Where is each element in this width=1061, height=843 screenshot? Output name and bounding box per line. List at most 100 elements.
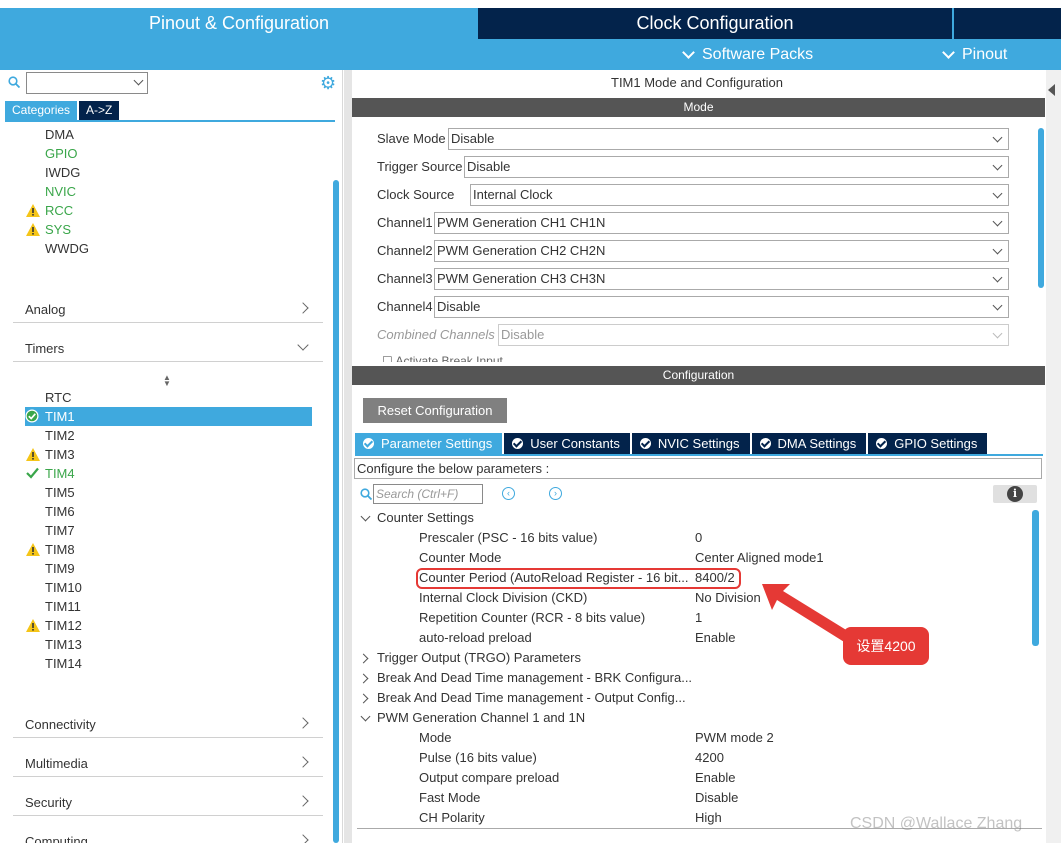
- sidebar-item-iwdg[interactable]: IWDG: [45, 163, 80, 182]
- sidebar-item-tim14[interactable]: TIM14: [25, 654, 312, 673]
- param-value-repetition-counter[interactable]: 1: [695, 608, 702, 628]
- chevron-right-icon: [297, 834, 309, 843]
- param-value-output-compare-preload[interactable]: Enable: [695, 768, 735, 788]
- mode-scrollbar[interactable]: [1038, 128, 1044, 288]
- section-computing[interactable]: Computing: [13, 823, 323, 843]
- trigger-source-select[interactable]: Disable: [464, 156, 1009, 178]
- chevron-right-icon[interactable]: [358, 693, 369, 704]
- mode-row-combined-channels: Combined Channels Disable: [377, 324, 1037, 346]
- sidebar-item-tim11[interactable]: TIM11: [25, 597, 312, 616]
- sidebar-item-tim12[interactable]: TIM12: [25, 616, 312, 635]
- sidebar-item-tim6[interactable]: TIM6: [25, 502, 312, 521]
- tab-dma-settings[interactable]: DMA Settings: [751, 433, 867, 454]
- select-value: PWM Generation CH1 CH1N: [437, 215, 606, 230]
- chevron-right-icon[interactable]: [358, 673, 369, 684]
- tab-project-manager[interactable]: [954, 8, 1061, 39]
- section-multimedia[interactable]: Multimedia: [13, 745, 323, 777]
- param-value-counter-mode[interactable]: Center Aligned mode1: [695, 548, 824, 568]
- parameter-search-input[interactable]: Search (Ctrl+F): [373, 484, 483, 504]
- section-timers[interactable]: Timers: [13, 330, 323, 362]
- param-name-auto-reload-preload: auto-reload preload: [419, 630, 532, 645]
- channel2-select[interactable]: PWM Generation CH2 CH2N: [434, 240, 1009, 262]
- sidebar-item-tim10[interactable]: TIM10: [25, 578, 312, 597]
- clock-source-select[interactable]: Internal Clock: [470, 184, 1009, 206]
- collapse-arrow-icon[interactable]: [1048, 84, 1055, 96]
- tab-label: DMA Settings: [777, 436, 857, 451]
- param-value-clock-division[interactable]: No Division: [695, 588, 761, 608]
- param-value-ch-polarity[interactable]: High: [695, 808, 722, 828]
- chevron-down-icon[interactable]: [360, 711, 371, 722]
- sidebar-item-tim9[interactable]: TIM9: [25, 559, 312, 578]
- reset-configuration-button[interactable]: Reset Configuration: [363, 398, 507, 423]
- pane-divider[interactable]: [344, 70, 352, 843]
- group-pwm-channel1[interactable]: PWM Generation Channel 1 and 1N: [377, 708, 585, 728]
- tab-user-constants[interactable]: User Constants: [504, 433, 630, 454]
- activate-break-input-checkbox[interactable]: ☐ Activate Break Input: [382, 354, 542, 362]
- chevron-right-icon: [297, 302, 309, 314]
- parameters-scrollbar[interactable]: [1032, 510, 1039, 646]
- sidebar-item-tim5[interactable]: TIM5: [25, 483, 312, 502]
- section-security[interactable]: Security: [13, 784, 323, 816]
- software-packs-menu[interactable]: Software Packs: [682, 42, 814, 68]
- tab-parameter-settings[interactable]: Parameter Settings: [355, 433, 503, 454]
- sort-icon[interactable]: ▲ ▼: [163, 374, 171, 388]
- sidebar-item-nvic[interactable]: NVIC: [45, 182, 76, 201]
- gear-icon[interactable]: ⚙: [320, 74, 338, 92]
- app-window: Pinout & Configuration Clock Configurati…: [0, 0, 1061, 843]
- info-button[interactable]: i: [993, 485, 1037, 503]
- sidebar-item-tim8[interactable]: TIM8: [25, 540, 312, 559]
- sidebar-item-gpio[interactable]: GPIO: [45, 144, 78, 163]
- sidebar-scrollbar[interactable]: [333, 180, 339, 843]
- param-value-auto-reload-preload[interactable]: Enable: [695, 628, 735, 648]
- mode-row-channel2: Channel2 PWM Generation CH2 CH2N: [377, 240, 1037, 262]
- param-value-prescaler[interactable]: 0: [695, 528, 702, 548]
- sidebar-item-tim13[interactable]: TIM13: [25, 635, 312, 654]
- chevron-right-icon[interactable]: [358, 653, 369, 664]
- param-value-pwm-mode[interactable]: PWM mode 2: [695, 728, 774, 748]
- search-next-icon[interactable]: ›: [549, 487, 562, 500]
- group-output-configuration[interactable]: Break And Dead Time management - Output …: [377, 688, 686, 708]
- tab-clock-configuration[interactable]: Clock Configuration: [478, 8, 952, 39]
- sidebar-item-dma[interactable]: DMA: [45, 125, 74, 144]
- list-item-label: TIM13: [45, 637, 82, 652]
- group-trigger-output[interactable]: Trigger Output (TRGO) Parameters: [377, 648, 581, 668]
- param-value-pulse[interactable]: 4200: [695, 748, 724, 768]
- tab-pinout-configuration[interactable]: Pinout & Configuration: [2, 8, 476, 39]
- param-value-fast-mode[interactable]: Disable: [695, 788, 738, 808]
- sidebar-item-rcc[interactable]: RCC: [45, 201, 73, 220]
- chevron-down-icon[interactable]: [360, 511, 371, 522]
- channel1-select[interactable]: PWM Generation CH1 CH1N: [434, 212, 1009, 234]
- sidebar-search-input[interactable]: [26, 72, 148, 94]
- sidebar-item-wwdg[interactable]: WWDG: [45, 239, 89, 258]
- sidebar-item-sys[interactable]: SYS: [45, 220, 71, 239]
- section-connectivity[interactable]: Connectivity: [13, 706, 323, 738]
- section-analog[interactable]: Analog: [13, 291, 323, 323]
- channel4-select[interactable]: Disable: [434, 296, 1009, 318]
- sidebar-item-tim2[interactable]: TIM2: [25, 426, 312, 445]
- slave-mode-select[interactable]: Disable: [448, 128, 1009, 150]
- list-item-label: TIM10: [45, 580, 82, 595]
- channel3-select[interactable]: PWM Generation CH3 CH3N: [434, 268, 1009, 290]
- chevron-down-icon: [992, 300, 1003, 311]
- search-previous-icon[interactable]: ‹: [502, 487, 515, 500]
- group-brk-configuration[interactable]: Break And Dead Time management - BRK Con…: [377, 668, 692, 688]
- sidebar-item-tim1[interactable]: TIM1: [25, 407, 312, 426]
- chevron-down-icon: [682, 46, 695, 59]
- sidebar-item-tim3[interactable]: TIM3: [25, 445, 312, 464]
- group-counter-settings[interactable]: Counter Settings: [377, 508, 474, 528]
- sidebar-item-tim4[interactable]: TIM4: [25, 464, 312, 483]
- list-item-label: TIM3: [45, 447, 75, 462]
- tab-nvic-settings[interactable]: NVIC Settings: [631, 433, 750, 454]
- chevron-down-icon[interactable]: [133, 75, 144, 86]
- software-packs-label: Software Packs: [702, 46, 814, 63]
- tab-underline: [5, 120, 335, 122]
- tab-categories[interactable]: Categories: [5, 101, 78, 120]
- warning-icon: [26, 448, 40, 461]
- tab-gpio-settings[interactable]: GPIO Settings: [868, 433, 988, 454]
- mode-label: Channel3: [377, 271, 433, 286]
- sidebar-item-rtc[interactable]: RTC: [25, 388, 312, 407]
- pinout-menu[interactable]: Pinout: [942, 42, 1007, 68]
- sidebar-item-tim7[interactable]: TIM7: [25, 521, 312, 540]
- tab-label: Parameter Settings: [381, 436, 493, 451]
- tab-a-z[interactable]: A->Z: [79, 101, 120, 120]
